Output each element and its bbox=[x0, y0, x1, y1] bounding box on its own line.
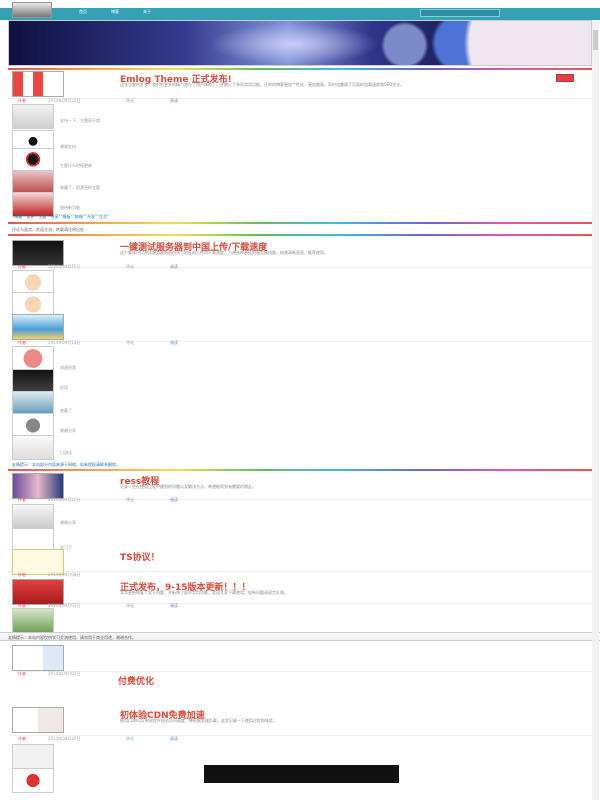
post-thumbnail[interactable] bbox=[12, 473, 64, 499]
comment-text: 好用 bbox=[60, 385, 68, 390]
comment-text: 谢谢分享 bbox=[60, 428, 76, 433]
comment-avatar bbox=[12, 768, 54, 793]
post-comments[interactable]: 评论 bbox=[126, 603, 134, 609]
post-item bbox=[8, 312, 592, 342]
post-thumbnail[interactable] bbox=[12, 707, 64, 733]
comment-text: 已测试 bbox=[60, 450, 72, 455]
comment-avatar bbox=[12, 744, 54, 769]
featured-post: Emlog Theme 正式发布! 这次主题的开发，我们把更多的精力放在了用户体… bbox=[8, 70, 592, 99]
comment-text: 测速很准 bbox=[60, 365, 76, 370]
post-thumbnail[interactable] bbox=[12, 71, 64, 97]
hero-banner bbox=[8, 20, 592, 66]
post-views: 阅读 bbox=[170, 497, 178, 502]
post-summary: 记录一些在使用过程中遇到的问题以及解决方法，希望能帮到有需要的朋友。 bbox=[120, 484, 256, 489]
post-date: 2014年09月10日 bbox=[48, 497, 81, 502]
post-views: 阅读 bbox=[170, 736, 178, 741]
comment-text: 期待新功能 bbox=[60, 205, 80, 210]
post-views: 阅读 bbox=[170, 340, 178, 345]
post-comments[interactable]: 评论 bbox=[126, 340, 134, 346]
post-summary: 本次更新修复了若干问题，并新增了部分实用功能，欢迎大家下载使用，如有问题请留言反… bbox=[120, 590, 288, 595]
post-author[interactable]: 作者 bbox=[18, 736, 26, 742]
comment-text: 收藏了 bbox=[60, 408, 72, 413]
nav-item-blog[interactable]: 博客 bbox=[102, 9, 128, 14]
post-comments[interactable]: 评论 bbox=[126, 736, 134, 742]
comment-text: 主题什么时候更新 bbox=[60, 163, 92, 168]
site-logo[interactable] bbox=[12, 2, 52, 18]
nav-item-home[interactable]: 首页 bbox=[70, 9, 96, 14]
post-views: 阅读 bbox=[170, 98, 178, 103]
post-item: ress教程 记录一些在使用过程中遇到的问题以及解决方法，希望能帮到有需要的朋友… bbox=[8, 472, 592, 500]
divider bbox=[8, 234, 592, 236]
comment-avatar bbox=[12, 504, 54, 529]
comment-avatar bbox=[12, 608, 54, 633]
scrollbar[interactable] bbox=[592, 20, 599, 800]
divider bbox=[8, 222, 592, 224]
post-item: 初体验CDN免费加速 使用CDN可以有效提升网站访问速度，降低服务器负载，这里记… bbox=[8, 706, 592, 736]
post-summary: 这个脚本可以测试服务器到国内多个地区的上传和下载速度，方便选择合适的服务器线路，… bbox=[120, 250, 328, 255]
post-item: 付费优化 bbox=[8, 644, 592, 687]
nav-item-about[interactable]: 关于 bbox=[134, 9, 160, 14]
post-author[interactable]: 作者 bbox=[18, 671, 26, 677]
post-author[interactable]: 作者 bbox=[18, 497, 26, 503]
top-header: 首页 博客 关于 bbox=[0, 0, 600, 20]
post-summary: 这次主题的开发，我们把更多的精力放在了用户体验上，并融入了多项实用功能，让你的博… bbox=[120, 82, 405, 87]
footer-box bbox=[204, 765, 399, 783]
comment-avatar bbox=[12, 104, 54, 129]
notice-bar: 友情提示：本站内容仅供学习交流使用，请勿用于商业用途，谢谢合作。 bbox=[0, 632, 600, 641]
comment-text: 支持一下，主题很不错 bbox=[60, 118, 100, 123]
post-item: 正式发布，9-15版本更新！！！ 本次更新修复了若干问题，并新增了部分实用功能，… bbox=[8, 578, 592, 605]
post-views: 阅读 bbox=[170, 603, 178, 608]
post-comments[interactable]: 评论 bbox=[126, 98, 134, 104]
notice-text: 友情提示：本站内容仅供学习交流使用，请勿用于商业用途，谢谢合作。 bbox=[8, 635, 136, 640]
search-input[interactable] bbox=[420, 9, 500, 17]
comment-avatar bbox=[12, 435, 54, 460]
post-thumbnail[interactable] bbox=[12, 314, 64, 340]
tags-line: “博客”“设计”“主题”“分享”“模板”“前端”“开发”“生活” bbox=[12, 214, 110, 219]
post-views: 阅读 bbox=[170, 264, 178, 269]
comment-text: 谢谢分享 bbox=[60, 520, 76, 525]
post-thumbnail[interactable] bbox=[12, 645, 64, 671]
post-title[interactable]: TS协议！ bbox=[120, 550, 160, 563]
comment-avatar bbox=[12, 346, 54, 371]
post-item: 一键测试服务器到中国上传/下载速度 这个脚本可以测试服务器到国内多个地区的上传和… bbox=[8, 238, 592, 268]
post-comments[interactable]: 评论 bbox=[126, 264, 134, 270]
notice-line: 友情提示：本站部分内容来源于网络，如有侵权请联系删除。 bbox=[12, 462, 120, 467]
post-title[interactable]: 付费优化 bbox=[118, 674, 154, 687]
banner-glow bbox=[209, 23, 379, 65]
divider bbox=[8, 469, 592, 471]
post-thumbnail[interactable] bbox=[12, 240, 64, 266]
sub-line: 评论与留言，欢迎交流，转载请注明出处 bbox=[12, 227, 84, 232]
post-comments[interactable]: 评论 bbox=[126, 497, 134, 503]
post-item: TS协议！ bbox=[8, 548, 592, 575]
post-date: 2014年08月30日 bbox=[48, 736, 81, 741]
post-summary: 使用CDN可以有效提升网站访问速度，降低服务器负载，这里记录一下使用过程和体验。 bbox=[120, 718, 277, 723]
comment-text: 收藏了，很漂亮的主题 bbox=[60, 185, 100, 190]
read-more-button[interactable] bbox=[556, 74, 574, 82]
post-thumbnail[interactable] bbox=[12, 579, 64, 605]
scrollbar-thumb[interactable] bbox=[593, 30, 598, 50]
post-date: 2014年09月02日 bbox=[48, 671, 81, 676]
comment-text: 谢谢支持 bbox=[60, 144, 76, 149]
